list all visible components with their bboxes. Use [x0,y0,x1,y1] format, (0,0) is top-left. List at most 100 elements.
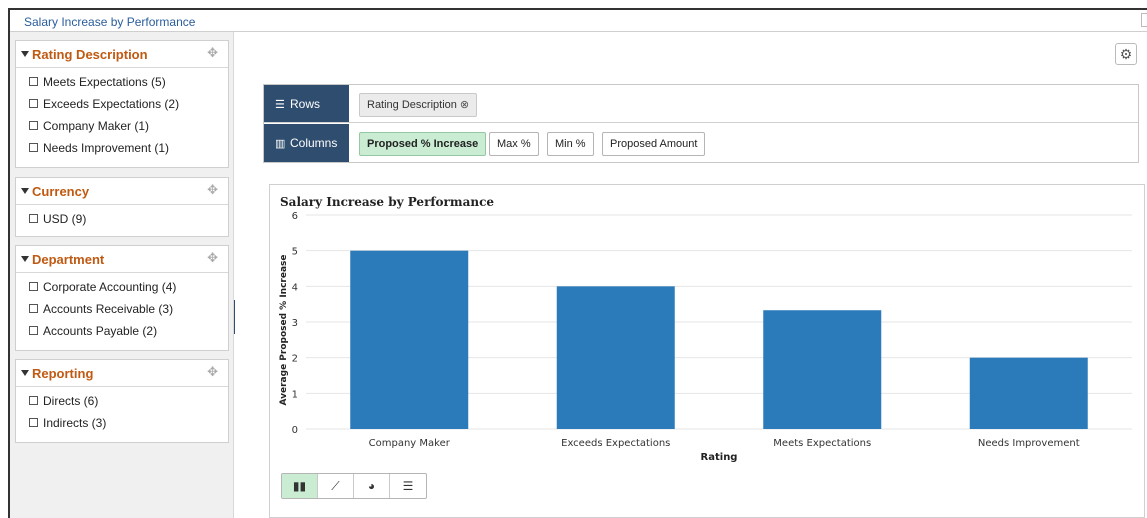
facet-option[interactable]: Meets Expectations (5) [26,73,228,95]
line-chart-button[interactable]: ⟋ [318,474,354,498]
facet-option-label: Meets Expectations (5) [43,75,166,89]
gear-icon: ⚙ [1119,46,1133,62]
row-field-label: Rating Description [367,99,457,111]
rows-bar: ☰ Rows Rating Description ⊗ [264,85,1138,123]
page-title[interactable]: Salary Increase by Performance [24,15,195,29]
facet-option[interactable]: USD (9) [26,210,228,232]
columns-bar: ▥ Columns Proposed % Increase Max % Min … [264,124,1138,162]
y-tick-label: 0 [292,425,298,436]
facet-option-label: Directs (6) [43,394,99,408]
checkbox[interactable] [29,99,38,108]
y-axis-label: Average Proposed % Increase [279,254,289,405]
checkbox[interactable] [29,77,38,86]
facet-currency: Currency ✥ USD (9) [15,177,229,237]
facet-option[interactable]: Exceeds Expectations (2) [26,95,228,117]
facet-option[interactable]: Company Maker (1) [26,117,228,139]
checkbox[interactable] [29,396,38,405]
bar [556,286,675,429]
horizontal-bar-chart-button[interactable]: ☰ [390,474,426,498]
facet-header[interactable]: Department ✥ [16,246,228,273]
settings-button[interactable]: ⚙ [1115,43,1137,65]
caret-down-icon[interactable] [21,188,29,194]
circle-x-icon[interactable]: ⊗ [460,94,469,116]
facet-option-label: Corporate Accounting (4) [43,280,177,294]
columns-label-text: Columns [290,136,338,150]
facet-header[interactable]: Currency ✥ [16,178,228,205]
facet-option[interactable]: Corporate Accounting (4) [26,278,228,300]
main-panel: ⚙ ☰ Rows Rating Description ⊗ ▥ Columns P… [235,32,1147,518]
bar [350,250,469,429]
column-field-label: Proposed Amount [610,138,698,150]
facet-option[interactable]: Directs (6) [26,392,228,414]
column-field-min[interactable]: Min % [547,132,594,156]
x-axis-label: Rating [701,452,738,463]
columns-icon: ▥ [275,138,286,150]
facet-title: Currency [32,184,90,199]
y-tick-label: 2 [292,354,298,365]
facet-department: Department ✥ Corporate Accounting (4) Ac… [15,245,229,351]
y-tick-label: 3 [292,318,298,329]
line-chart-icon: ⟋ [331,479,340,493]
x-tick-label: Meets Expectations [773,438,871,449]
facet-sidebar: Rating Description ✥ Meets Expectations … [10,32,234,518]
checkbox[interactable] [29,143,38,152]
facet-reporting: Reporting ✥ Directs (6) Indirects (3) [15,359,229,443]
bar-chart-icon: ▮▮ [292,479,307,493]
facet-option[interactable]: Accounts Receivable (3) [26,300,228,322]
column-field-proposed-amount[interactable]: Proposed Amount [602,132,706,156]
checkbox[interactable] [29,418,38,427]
checkbox[interactable] [29,121,38,130]
bar-chart: 0 1 2 3 4 5 6 Company Maker Exceeds Expectations… [279,211,1132,463]
move-icon[interactable]: ✥ [207,45,218,61]
pie-chart-button[interactable]: ◕ [354,474,390,498]
facet-option-label: USD (9) [43,212,87,226]
y-tick-label: 1 [292,389,298,400]
facet-option[interactable]: Indirects (3) [26,414,228,436]
checkbox[interactable] [29,304,38,313]
x-tick-label: Exceeds Expectations [561,438,670,449]
rows-label: ☰ Rows [264,85,349,122]
facet-title: Department [32,252,105,267]
column-field-max[interactable]: Max % [489,132,539,156]
x-tick-label: Company Maker [369,438,451,449]
chart-panel: Salary Increase by Performance 0 1 2 3 4 5 6 Co… [269,184,1145,518]
bar [763,310,882,429]
facet-title: Reporting [32,366,94,381]
checkbox[interactable] [29,282,38,291]
column-field-label: Max % [497,138,531,150]
columns-label: ▥ Columns [264,124,349,162]
facet-header[interactable]: Rating Description ✥ [16,41,228,68]
y-tick-label: 5 [292,247,298,258]
title-bar: Salary Increase by Performance [10,10,1147,32]
facet-title: Rating Description [32,47,148,62]
move-icon[interactable]: ✥ [207,364,218,380]
rows-label-text: Rows [290,97,321,111]
bar-chart-button[interactable]: ▮▮ [282,474,318,498]
pivot-grid-config: ☰ Rows Rating Description ⊗ ▥ Columns Pro… [263,84,1139,163]
checkbox[interactable] [29,214,38,223]
column-field-proposed-increase[interactable]: Proposed % Increase [359,132,487,156]
facet-rating-description: Rating Description ✥ Meets Expectations … [15,40,229,168]
caret-down-icon[interactable] [21,256,29,262]
facet-option[interactable]: Accounts Payable (2) [26,322,228,344]
facet-option[interactable]: Needs Improvement (1) [26,139,228,161]
list-icon: ☰ [275,99,285,111]
column-field-label: Min % [555,138,586,150]
y-tick-label: 4 [292,282,298,293]
checkbox[interactable] [29,326,38,335]
y-tick-label: 6 [292,211,298,222]
pie-chart-icon: ◕ [367,479,376,493]
facet-option-label: Exceeds Expectations (2) [43,97,180,111]
move-icon[interactable]: ✥ [207,250,218,266]
move-icon[interactable]: ✥ [207,182,218,198]
row-field-pill[interactable]: Rating Description ⊗ [359,93,478,117]
caret-down-icon[interactable] [21,370,29,376]
x-tick-label: Needs Improvement [978,438,1080,449]
facet-header[interactable]: Reporting ✥ [16,360,228,387]
app-frame: Salary Increase by Performance Rating De… [8,8,1147,518]
chart-type-switcher: ▮▮ ⟋ ◕ ☰ [281,473,427,499]
caret-down-icon[interactable] [21,51,29,57]
facet-option-label: Accounts Payable (2) [43,324,158,338]
facet-option-label: Company Maker (1) [43,119,150,133]
facet-option-label: Needs Improvement (1) [43,141,170,155]
